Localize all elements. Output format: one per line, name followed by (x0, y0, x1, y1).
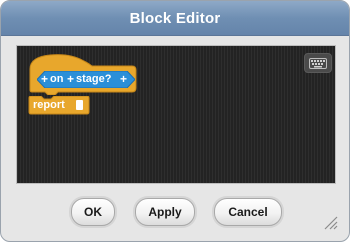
title-bar[interactable]: Block Editor (1, 1, 349, 36)
predicate-word-stage[interactable]: stage? (76, 71, 111, 88)
scripting-area[interactable]: + on + stage? + report (16, 45, 336, 184)
resize-grip-icon[interactable] (321, 213, 339, 231)
custom-block-prototype-hat[interactable]: + on + stage? + (28, 53, 138, 95)
block-editor-dialog: Block Editor + on + stage? + report OK A… (0, 0, 350, 242)
add-input-middle-icon[interactable]: + (67, 71, 74, 88)
report-input-slot[interactable] (76, 100, 83, 110)
report-label: report (33, 99, 65, 111)
block-prototype-predicate[interactable]: + on + stage? + (37, 71, 135, 88)
window-title: Block Editor (129, 9, 221, 27)
add-input-right-icon[interactable]: + (120, 71, 127, 88)
keyboard-entry-button[interactable] (304, 53, 332, 73)
keyboard-icon (309, 57, 327, 69)
apply-button[interactable]: Apply (135, 198, 195, 226)
add-input-left-icon[interactable]: + (41, 71, 48, 88)
report-block[interactable]: report (28, 96, 90, 115)
cancel-button[interactable]: Cancel (214, 198, 282, 226)
predicate-word-on[interactable]: on (50, 71, 63, 88)
ok-button[interactable]: OK (71, 198, 115, 226)
